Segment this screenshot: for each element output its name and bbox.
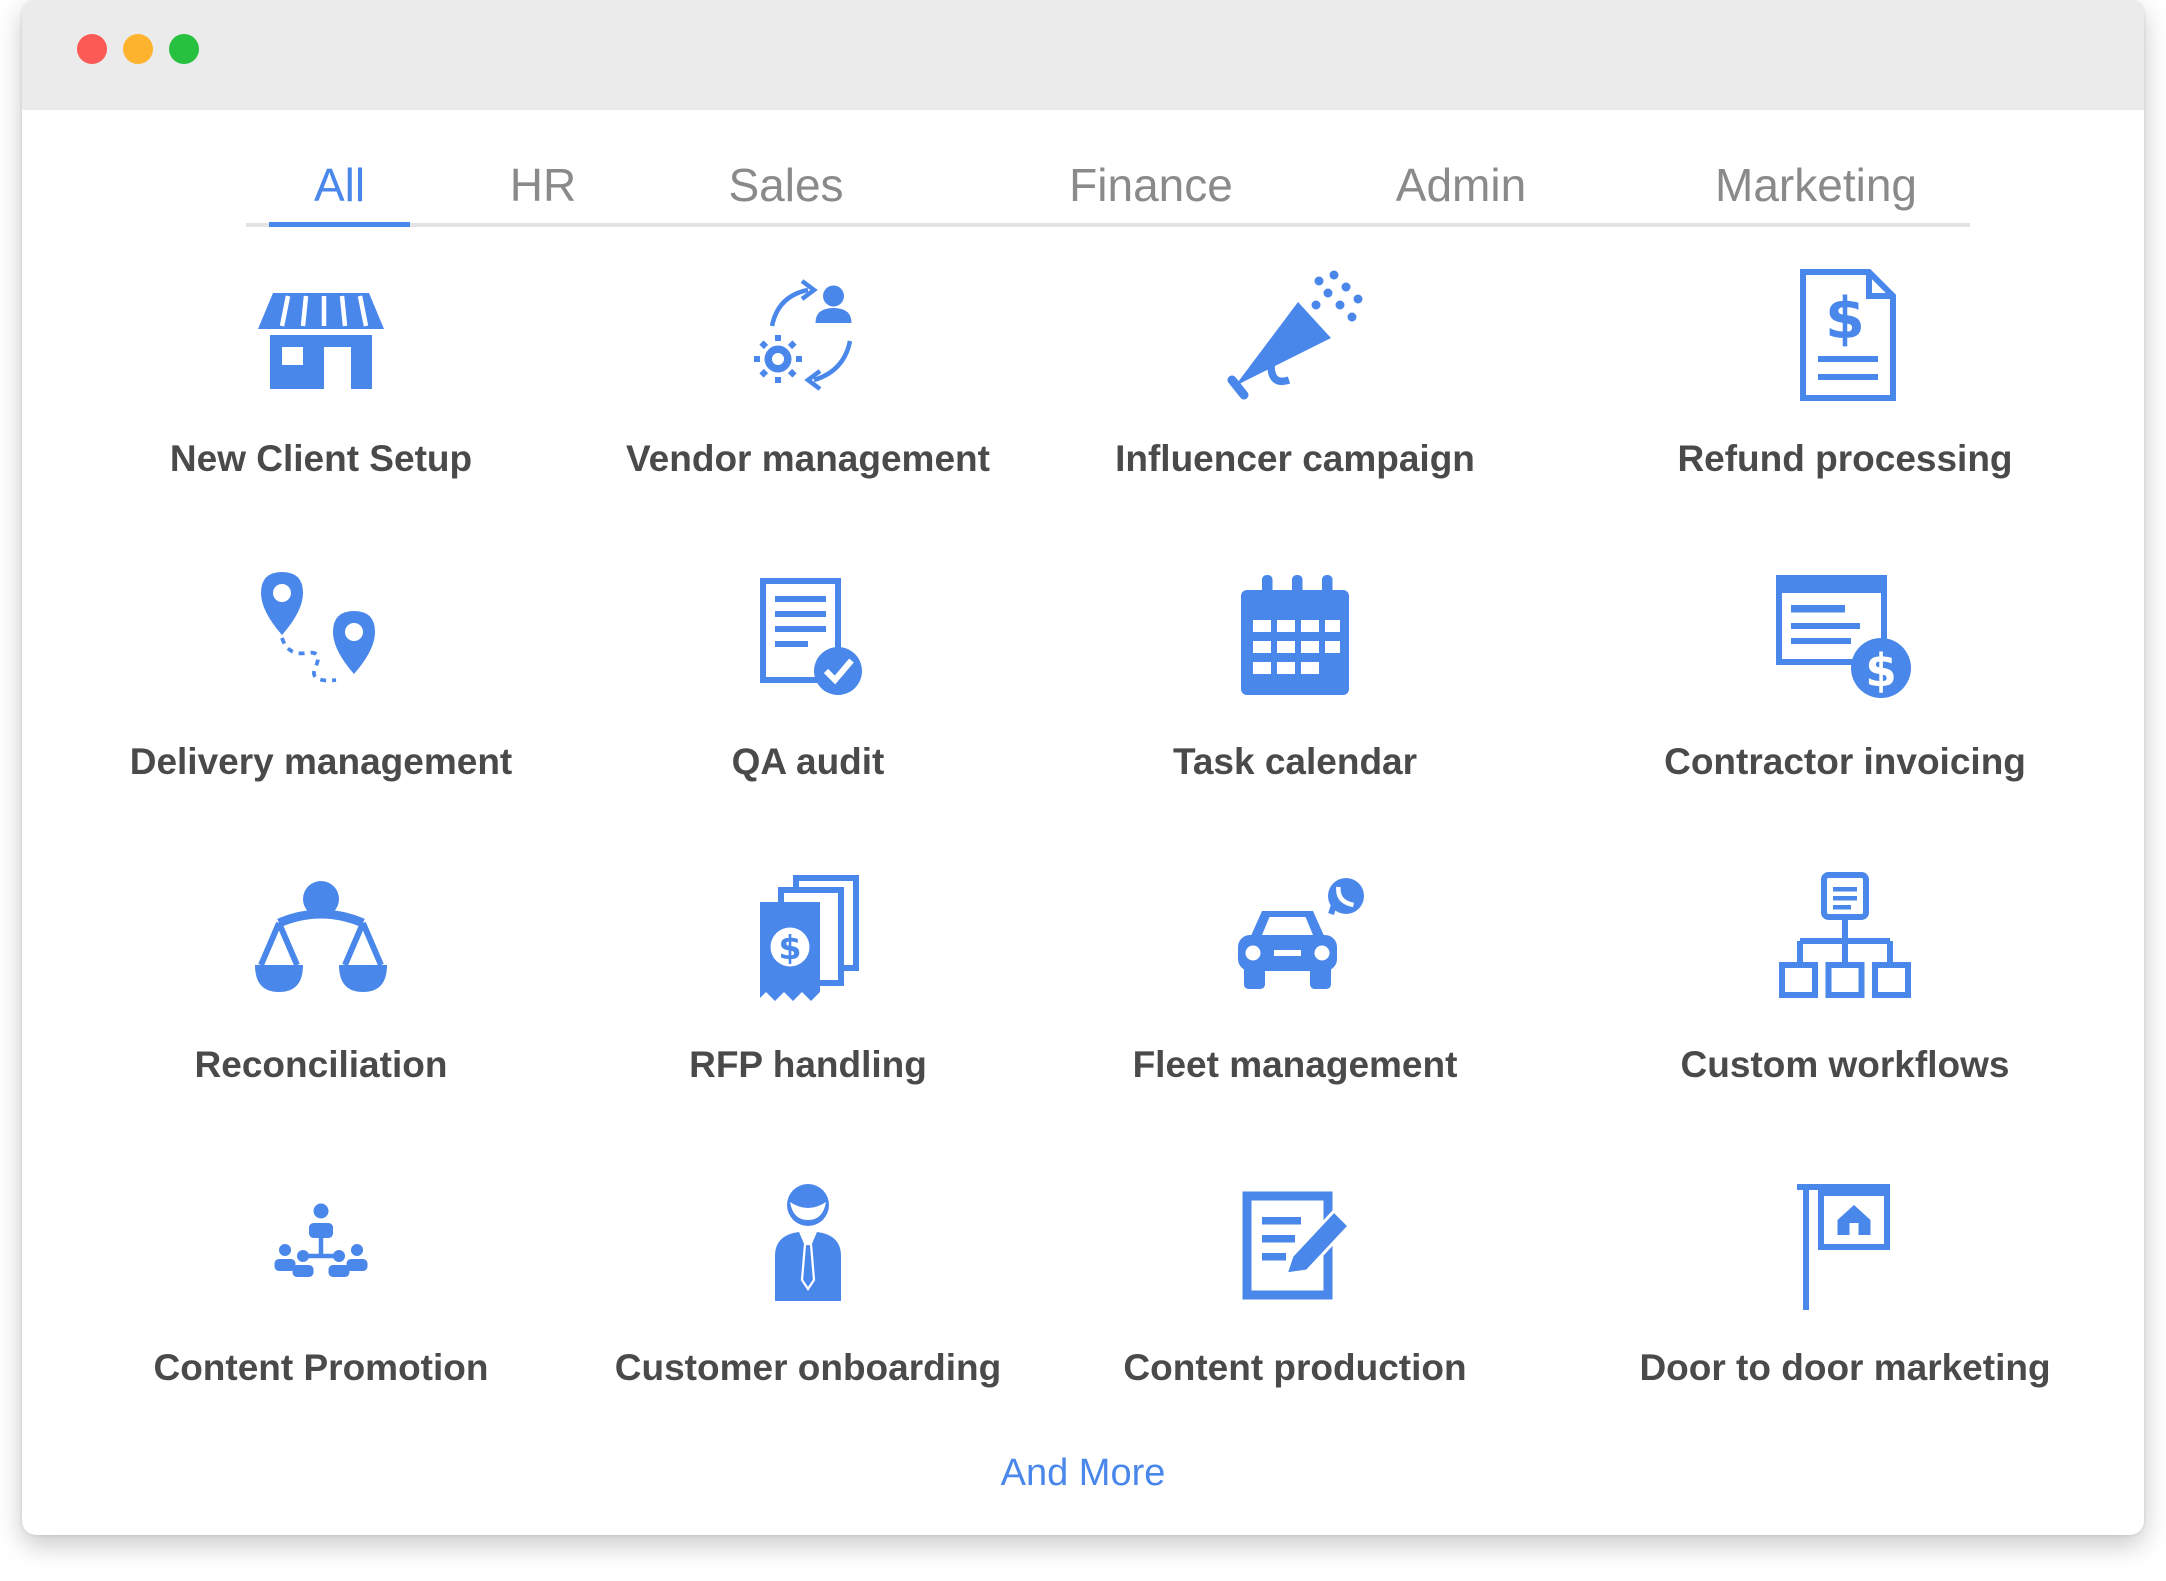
svg-text:$: $ bbox=[1825, 286, 1865, 352]
tile-label: Vendor management bbox=[626, 438, 990, 479]
tile-vendor-management[interactable]: Vendor management bbox=[598, 260, 1018, 530]
tile-label: Reconciliation bbox=[194, 1044, 448, 1085]
storefront-icon bbox=[246, 260, 396, 410]
tile-label: Fleet management bbox=[1132, 1044, 1458, 1085]
tile-fleet-management[interactable]: Fleet management bbox=[1085, 866, 1505, 1136]
tile-door-to-door-marketing[interactable]: Door to door marketing bbox=[1635, 1169, 2055, 1439]
tile-label: Influencer campaign bbox=[1115, 438, 1475, 479]
people-hierarchy-icon bbox=[246, 1169, 396, 1319]
tile-label: Custom workflows bbox=[1680, 1044, 2010, 1085]
business-person-icon bbox=[733, 1169, 883, 1319]
calendar-icon bbox=[1220, 563, 1370, 713]
tile-label: New Client Setup bbox=[169, 438, 473, 479]
tile-label: Task calendar bbox=[1172, 741, 1418, 782]
tile-reconciliation[interactable]: Reconciliation bbox=[111, 866, 531, 1136]
tile-label: Content production bbox=[1123, 1347, 1467, 1388]
balance-scale-icon bbox=[246, 866, 396, 1016]
dollar-document-icon: $ bbox=[1770, 260, 1920, 410]
checked-document-icon bbox=[733, 563, 883, 713]
tile-label: Delivery management bbox=[129, 741, 513, 782]
tile-label: Customer onboarding bbox=[614, 1347, 1002, 1388]
tile-label: Contractor invoicing bbox=[1664, 741, 2026, 782]
tile-content-production[interactable]: Content production bbox=[1085, 1169, 1505, 1439]
tile-customer-onboarding[interactable]: Customer onboarding bbox=[598, 1169, 1018, 1439]
stacked-bills-icon: $ bbox=[733, 866, 883, 1016]
tile-qa-audit[interactable]: QA audit bbox=[598, 563, 1018, 833]
workflow-tree-icon bbox=[1770, 866, 1920, 1016]
and-more-link[interactable]: And More bbox=[22, 1452, 2144, 1495]
tile-label: QA audit bbox=[731, 741, 885, 782]
tile-rfp-handling[interactable]: $ RFP handling bbox=[598, 866, 1018, 1136]
tile-custom-workflows[interactable]: Custom workflows bbox=[1635, 866, 2055, 1136]
app-window: All HR Sales Finance Admin Marketing New… bbox=[22, 0, 2144, 1535]
house-sign-icon bbox=[1770, 1169, 1920, 1319]
tile-label: Door to door marketing bbox=[1639, 1347, 2051, 1388]
megaphone-icon bbox=[1220, 260, 1370, 410]
tile-label: RFP handling bbox=[689, 1044, 927, 1085]
vendor-cycle-icon bbox=[733, 260, 883, 410]
tile-label: Content Promotion bbox=[153, 1347, 489, 1388]
tile-influencer-campaign[interactable]: Influencer campaign bbox=[1085, 260, 1505, 530]
invoice-dollar-icon: $ bbox=[1770, 563, 1920, 713]
route-pins-icon bbox=[246, 563, 396, 713]
svg-text:$: $ bbox=[779, 928, 802, 967]
tile-task-calendar[interactable]: Task calendar bbox=[1085, 563, 1505, 833]
tile-delivery-management[interactable]: Delivery management bbox=[111, 563, 531, 833]
tile-refund-processing[interactable]: $ Refund processing bbox=[1635, 260, 2055, 530]
car-phone-icon bbox=[1220, 866, 1370, 1016]
tile-contractor-invoicing[interactable]: $ Contractor invoicing bbox=[1635, 563, 2055, 833]
tile-new-client-setup[interactable]: New Client Setup bbox=[111, 260, 531, 530]
tile-content-promotion[interactable]: Content Promotion bbox=[111, 1169, 531, 1439]
tile-label: Refund processing bbox=[1677, 438, 2013, 479]
workflow-grid: New Client Setup Vendor management Influ… bbox=[22, 0, 2144, 1535]
svg-text:$: $ bbox=[1865, 644, 1896, 697]
edit-document-icon bbox=[1220, 1169, 1370, 1319]
